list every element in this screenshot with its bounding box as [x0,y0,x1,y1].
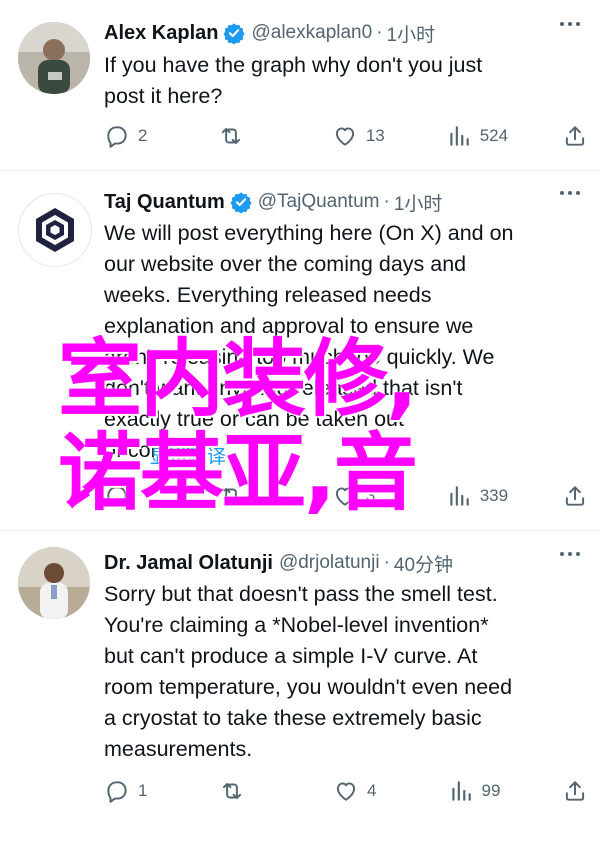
tweet-jamal-olatunji[interactable]: Dr. Jamal Olatunji @drjolatunji · 40分钟 S… [0,531,600,847]
heart-icon [335,127,354,146]
repost-icon [222,782,241,800]
views-chart-icon [450,126,469,146]
share-icon [565,486,585,506]
timestamp[interactable]: 1小时 [387,20,436,47]
like-button[interactable]: 4 [333,778,393,804]
tweet-text: Sorry but that doesn't pass the smell te… [104,579,574,765]
tweet-text-line: don't want anything released that isn't [104,376,463,400]
more-options-icon[interactable] [560,191,580,195]
views-button[interactable]: 99 [448,778,508,804]
tweet-actions: 2 13 524 [104,121,588,151]
tweet-text-line: room temperature, you wouldn't even need [104,675,513,699]
views-button[interactable]: 339 [446,483,508,509]
repost-button[interactable] [218,123,278,149]
repost-button[interactable] [219,778,279,804]
verified-badge-icon [223,23,246,44]
tweet-text-line: aren't releasing too much too quickly. W… [104,345,495,369]
avatar[interactable] [18,193,92,267]
tweet-text-line: You're claiming a *Nobel-level invention… [104,613,489,637]
tweet-text-line: post it here? [104,84,223,108]
author-name[interactable]: Dr. Jamal Olatunji [104,552,273,575]
author-name[interactable]: Taj Quantum [104,191,225,214]
timestamp[interactable]: 40分钟 [394,550,453,577]
tweet-alex-kaplan[interactable]: Alex Kaplan @alexkaplan0 · 1小时 If you ha… [0,0,600,170]
like-count: 4 [367,781,377,800]
view-count: 99 [481,781,501,800]
tweet-text: We will post everything here (On X) and … [104,218,574,466]
tweet-header: Taj Quantum @TajQuantum · 1小时 [104,186,600,218]
more-options-icon[interactable] [560,552,580,556]
tweet-actions: 1 4 99 [104,776,588,806]
author-handle[interactable]: @TajQuantum [258,191,380,213]
tweet-text-line: weeks. Everything released needs [104,283,432,307]
views-chart-icon [450,486,469,506]
tweet-text-line: measurements. [104,737,253,761]
reply-count: 1 [138,781,148,800]
repost-icon [221,127,241,145]
reply-button[interactable]: 2 [104,123,164,149]
tweet-text-line: a cryostat to take these extremely basic [104,706,482,730]
avatar[interactable] [18,22,90,94]
share-button[interactable] [562,778,588,804]
like-count: 3 [365,486,376,505]
author-handle[interactable]: @drjolatunji [279,552,380,574]
reply-button[interactable] [104,483,164,509]
tweet-text-line: We will post everything here (On X) and … [104,221,514,245]
timestamp[interactable]: 1小时 [394,189,443,216]
author-name[interactable]: Alex Kaplan [104,22,218,45]
share-icon [565,126,585,146]
taj-quantum-logo-icon [36,208,74,252]
author-handle[interactable]: @alexkaplan0 [251,22,372,44]
separator-dot: · [383,552,390,573]
share-button[interactable] [562,123,588,149]
avatar-photo-icon [18,22,90,94]
tweet-header: Dr. Jamal Olatunji @drjolatunji · 40分钟 [104,547,600,579]
view-count: 524 [479,126,509,145]
tweet-text-line: our website over the coming days and [104,252,467,276]
tweet-actions: 3 339 [104,481,588,511]
verified-badge-icon [230,192,252,213]
reply-icon [107,781,127,803]
tweet-header: Alex Kaplan @alexkaplan0 · 1小时 [104,17,600,49]
more-options-icon[interactable] [560,22,580,26]
tweet-text-line: but can't produce a simple I-V curve. At [104,644,478,668]
heart-icon [335,487,354,506]
reply-icon [107,486,127,508]
share-icon [565,781,585,801]
share-button[interactable] [562,483,588,509]
view-count: 339 [479,486,509,505]
tweet-text-line: If you have the graph why don't you just [104,53,483,77]
avatar[interactable] [18,547,90,619]
tweet-text: If you have the graph why don't you just… [104,50,574,112]
separator-dot: · [383,191,390,212]
views-button[interactable]: 524 [446,123,508,149]
separator-dot: · [376,22,383,43]
like-button[interactable]: 13 [332,123,392,149]
reply-count: 2 [138,126,148,145]
tweet-text-line: Sorry but that doesn't pass the smell te… [104,582,498,606]
like-count: 13 [365,126,385,145]
avatar-photo-icon [18,547,90,619]
like-button[interactable]: 3 [332,483,392,509]
repost-button[interactable] [218,483,278,509]
tweet-text-line: exactly true or can be taken out [104,407,404,431]
tweet-text-line: explanation and approval to ensure we [104,314,474,338]
views-chart-icon [451,781,471,801]
reply-icon [107,126,127,148]
reply-button[interactable]: 1 [104,778,164,804]
tweet-taj-quantum[interactable]: Taj Quantum @TajQuantum · 1小时 We will po… [0,171,600,528]
repost-icon [221,487,241,505]
show-translation-link[interactable]: 显示翻译 [150,442,226,469]
heart-icon [336,782,356,801]
